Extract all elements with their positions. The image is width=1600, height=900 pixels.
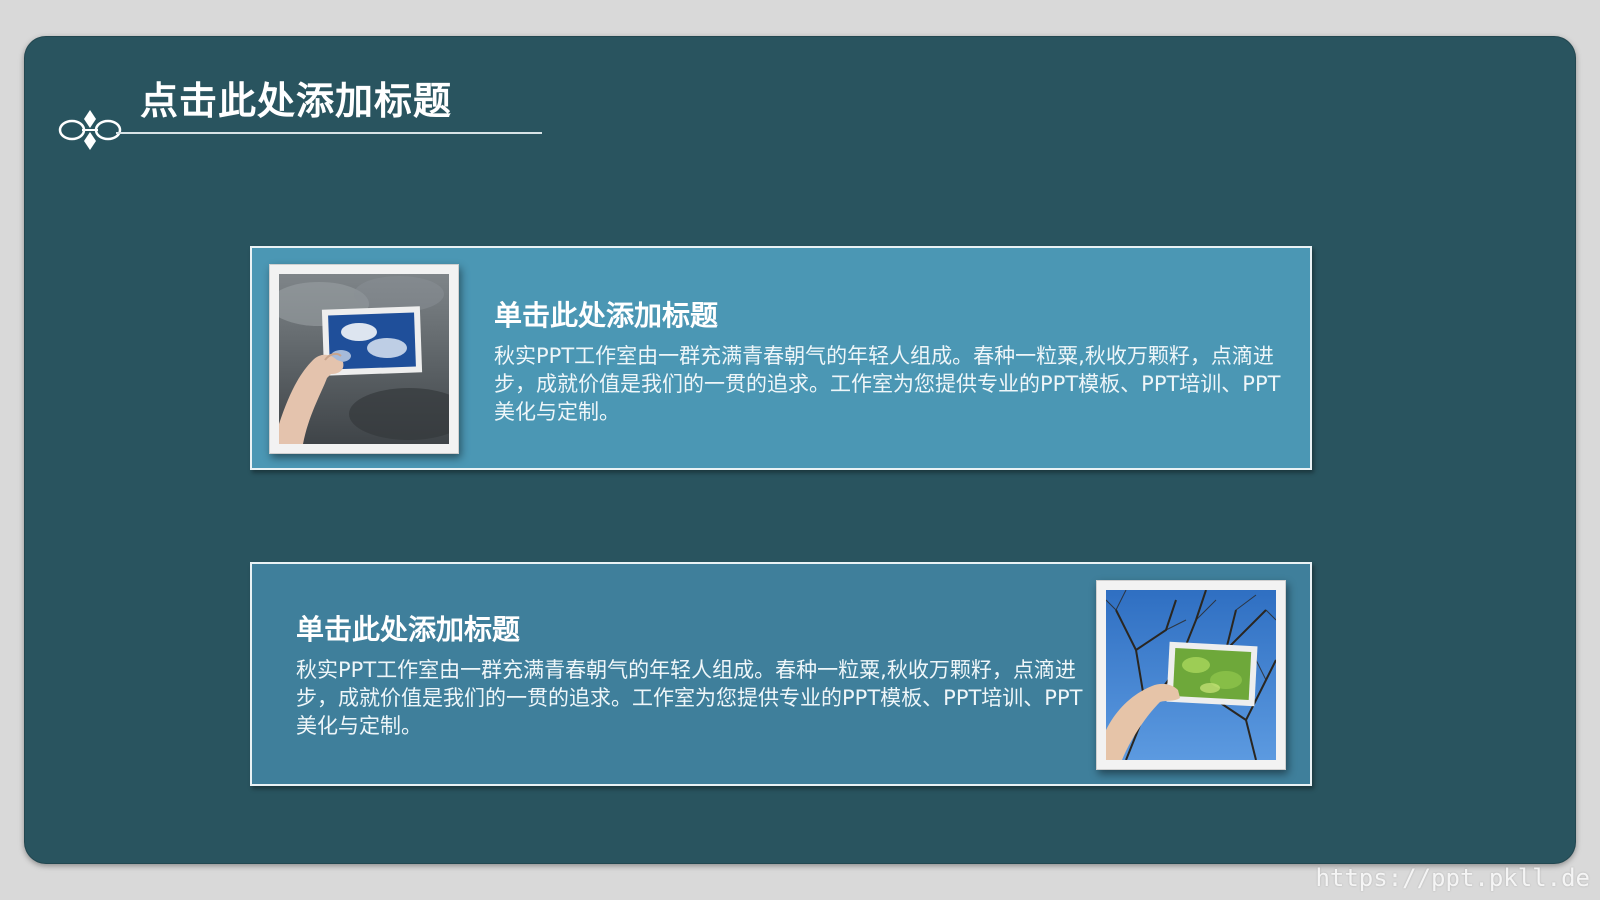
hand-holding-sky-photo-image [279,274,449,444]
ornament-icon [58,110,122,150]
card-2-body[interactable]: 秋实PPT工作室由一群充满青春朝气的年轻人组成。春种一粒粟,秋收万颗籽，点滴进步… [296,656,1086,740]
watermark-url: https://ppt.pkll.de [1315,864,1590,892]
title-underline [116,132,542,134]
photo-frame-1[interactable] [269,264,459,454]
card-1-body[interactable]: 秋实PPT工作室由一群充满青春朝气的年轻人组成。春种一粒粟,秋收万颗籽，点滴进步… [494,342,1284,426]
slide-canvas: 点击此处添加标题 单击此处添加标题 秋实PPT工作室由一群充满青春朝气的年轻人组… [24,36,1576,864]
card-2-title[interactable]: 单击此处添加标题 [296,608,520,648]
slide-frame: 点击此处添加标题 单击此处添加标题 秋实PPT工作室由一群充满青春朝气的年轻人组… [0,0,1600,900]
content-card-1[interactable]: 单击此处添加标题 秋实PPT工作室由一群充满青春朝气的年轻人组成。春种一粒粟,秋… [250,246,1312,470]
hand-holding-leaves-photo-image [1106,590,1276,760]
slide-title[interactable]: 点击此处添加标题 [140,70,452,125]
photo-frame-2[interactable] [1096,580,1286,770]
content-card-2[interactable]: 单击此处添加标题 秋实PPT工作室由一群充满青春朝气的年轻人组成。春种一粒粟,秋… [250,562,1312,786]
card-1-title[interactable]: 单击此处添加标题 [494,294,718,334]
